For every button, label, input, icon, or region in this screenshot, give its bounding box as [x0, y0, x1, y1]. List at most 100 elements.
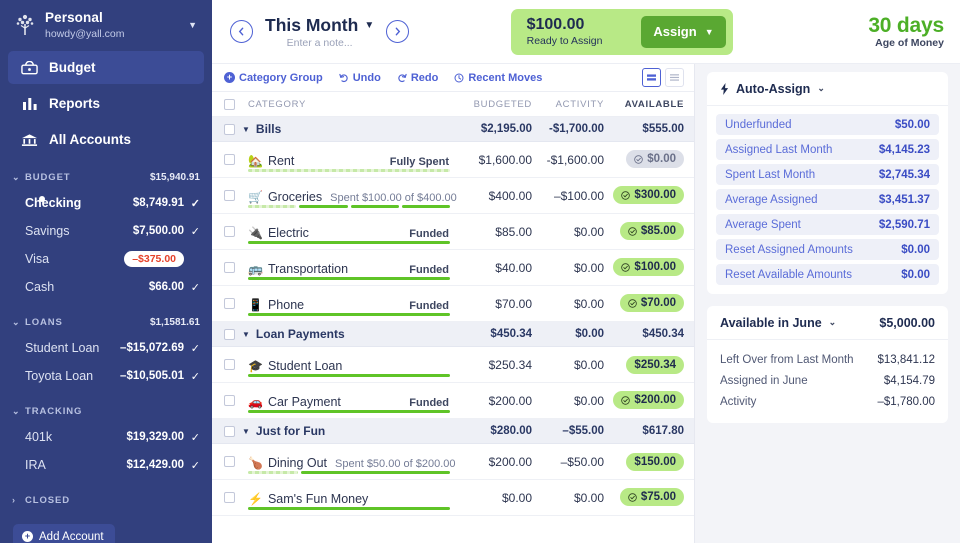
row-checkbox[interactable]	[224, 262, 235, 273]
account-row-cash[interactable]: Cash $66.00 ✓	[0, 273, 212, 301]
auto-assign-option-assigned-last-month[interactable]: Assigned Last Month $4,145.23	[716, 139, 939, 160]
cell-budgeted[interactable]: $250.34	[454, 358, 532, 372]
table-row[interactable]: 📱 Phone Funded $70.00 $0.00 $70.00	[212, 286, 694, 322]
undo-button[interactable]: Undo	[339, 72, 381, 84]
cell-available[interactable]: $100.00	[604, 258, 684, 277]
row-checkbox[interactable]	[224, 298, 235, 309]
auto-assign-option-reset-assigned[interactable]: Reset Assigned Amounts $0.00	[716, 239, 939, 260]
table-row[interactable]: 🎓 Student Loan $250.34 $0.00 $250.34	[212, 347, 694, 383]
auto-assign-option-spent-last-month[interactable]: Spent Last Month $2,745.34	[716, 164, 939, 185]
cell-available[interactable]: $85.00	[604, 222, 684, 241]
month-title-block[interactable]: This Month ▼ Enter a note...	[265, 15, 374, 49]
cell-activity[interactable]: –$50.00	[532, 455, 604, 469]
caret-down-icon[interactable]: ▼	[242, 330, 250, 339]
cell-budgeted[interactable]: $400.00	[454, 189, 532, 203]
account-row-toyota-loan[interactable]: Toyota Loan –$10,505.01 ✓	[0, 362, 212, 390]
budget-picker[interactable]: Personal howdy@yall.com ▼	[0, 0, 212, 48]
group-checkbox[interactable]	[224, 123, 235, 135]
account-row-student-loan[interactable]: Student Loan –$15,072.69 ✓	[0, 334, 212, 362]
cell-activity[interactable]: $0.00	[532, 491, 604, 505]
category-group-row[interactable]: ▼ Loan Payments $450.34 $0.00 $450.34	[212, 322, 694, 347]
account-row-401k[interactable]: 401k $19,329.00 ✓	[0, 423, 212, 451]
cell-activity[interactable]: –$100.00	[532, 189, 604, 203]
table-row[interactable]: 🏡 Rent Fully Spent $1,600.00 -$1,600.00	[212, 142, 694, 178]
cell-available[interactable]: $150.00	[604, 452, 684, 471]
add-account-button[interactable]: + Add Account	[13, 524, 115, 543]
available-summary-header[interactable]: Available in June ⌄ $5,000.00	[707, 306, 948, 340]
row-checkbox[interactable]	[224, 359, 235, 370]
auto-assign-option-average-spent[interactable]: Average Spent $2,590.71	[716, 214, 939, 235]
sidebar-item-all-accounts[interactable]: All Accounts	[8, 123, 204, 156]
sidebar-item-reports[interactable]: Reports	[8, 87, 204, 120]
cell-budgeted[interactable]: $200.00	[454, 455, 532, 469]
view-list-icon[interactable]	[665, 68, 684, 87]
table-row[interactable]: 🛒 Groceries Spent $100.00 of $400.00 $40…	[212, 178, 694, 214]
view-compact-icon[interactable]	[642, 68, 661, 87]
account-row-visa[interactable]: Visa –$375.00 ✓	[0, 245, 212, 273]
sidebar-item-label: All Accounts	[49, 132, 132, 147]
group-checkbox[interactable]	[224, 328, 235, 340]
auto-assign-option-underfunded[interactable]: Underfunded $50.00	[716, 114, 939, 135]
summary-label: Assigned in June	[720, 374, 808, 387]
auto-assign-option-average-assigned[interactable]: Average Assigned $3,451.37	[716, 189, 939, 210]
group-checkbox[interactable]	[224, 425, 235, 437]
add-category-group-button[interactable]: + Category Group	[224, 72, 323, 84]
select-all-checkbox[interactable]	[224, 98, 235, 110]
available-summary-amount: $5,000.00	[879, 315, 935, 330]
row-checkbox[interactable]	[224, 395, 235, 406]
row-checkbox[interactable]	[224, 492, 235, 503]
caret-down-icon[interactable]: ▼	[242, 427, 250, 436]
chevron-right-icon: ›	[12, 495, 16, 505]
cell-budgeted[interactable]: $200.00	[454, 394, 532, 408]
recent-moves-button[interactable]: Recent Moves	[454, 72, 542, 84]
redo-button[interactable]: Redo	[397, 72, 438, 84]
cell-activity[interactable]: $0.00	[532, 261, 604, 275]
row-checkbox[interactable]	[224, 154, 235, 165]
cell-available[interactable]: $200.00	[604, 391, 684, 410]
table-row[interactable]: 🔌 Electric Funded $85.00 $0.00 $85.00	[212, 214, 694, 250]
cell-activity[interactable]: $0.00	[532, 394, 604, 408]
account-group-tracking[interactable]: ⌄ TRACKING	[0, 399, 212, 423]
table-row[interactable]: 🚌 Transportation Funded $40.00 $0.00 $10…	[212, 250, 694, 286]
account-row-checking[interactable]: Checking $8,749.91 ✓	[0, 189, 212, 217]
category-name: Dining Out	[267, 455, 328, 470]
cell-available[interactable]: $250.34	[604, 355, 684, 374]
prev-month-button[interactable]	[230, 20, 253, 43]
row-checkbox[interactable]	[224, 190, 235, 201]
cell-activity[interactable]: $0.00	[532, 358, 604, 372]
auto-assign-header[interactable]: Auto-Assign ⌄	[707, 72, 948, 106]
cell-activity[interactable]: -$1,600.00	[532, 153, 604, 167]
cell-activity[interactable]: $0.00	[532, 225, 604, 239]
cell-available[interactable]: $75.00	[604, 488, 684, 507]
row-checkbox[interactable]	[224, 456, 235, 467]
cell-available[interactable]: $300.00	[604, 186, 684, 205]
category-cell: 🛒 Groceries Spent $100.00 of $400.00	[235, 178, 457, 214]
account-name: Student Loan	[25, 341, 100, 355]
cell-activity[interactable]: $0.00	[532, 297, 604, 311]
category-group-row[interactable]: ▼ Just for Fun $280.00 –$55.00 $617.80	[212, 419, 694, 444]
auto-assign-option-reset-available[interactable]: Reset Available Amounts $0.00	[716, 264, 939, 285]
table-row[interactable]: ⚡ Sam's Fun Money $0.00 $0.00 $75.00	[212, 480, 694, 516]
caret-down-icon[interactable]: ▼	[242, 125, 250, 134]
cell-budgeted[interactable]: $1,600.00	[454, 153, 532, 167]
category-group-row[interactable]: ▼ Bills $2,195.00 -$1,700.00 $555.00	[212, 117, 694, 142]
account-row-ira[interactable]: IRA $12,429.00 ✓	[0, 451, 212, 479]
table-row[interactable]: 🍗 Dining Out Spent $50.00 of $200.00 $20…	[212, 444, 694, 480]
account-row-savings[interactable]: Savings $7,500.00 ✓	[0, 217, 212, 245]
account-group-closed[interactable]: › CLOSED	[0, 488, 212, 512]
cell-budgeted[interactable]: $70.00	[454, 297, 532, 311]
account-group-loans[interactable]: ⌄ LOANS $1,1581.61	[0, 310, 212, 334]
cell-budgeted[interactable]: $0.00	[454, 491, 532, 505]
next-month-button[interactable]	[386, 20, 410, 43]
cell-budgeted[interactable]: $85.00	[454, 225, 532, 239]
month-note-input[interactable]: Enter a note...	[265, 37, 374, 49]
cell-available[interactable]: $70.00	[604, 294, 684, 313]
account-group-budget[interactable]: ⌄ BUDGET $15,940.91	[0, 165, 212, 189]
option-amount: $3,451.37	[878, 193, 930, 206]
cell-budgeted[interactable]: $40.00	[454, 261, 532, 275]
assign-button[interactable]: Assign ▼	[641, 15, 726, 48]
sidebar-item-budget[interactable]: Budget	[8, 51, 204, 84]
table-row[interactable]: 🚗 Car Payment Funded $200.00 $0.00 $200.…	[212, 383, 694, 419]
row-checkbox[interactable]	[224, 226, 235, 237]
cell-available[interactable]: $0.00	[604, 150, 684, 169]
